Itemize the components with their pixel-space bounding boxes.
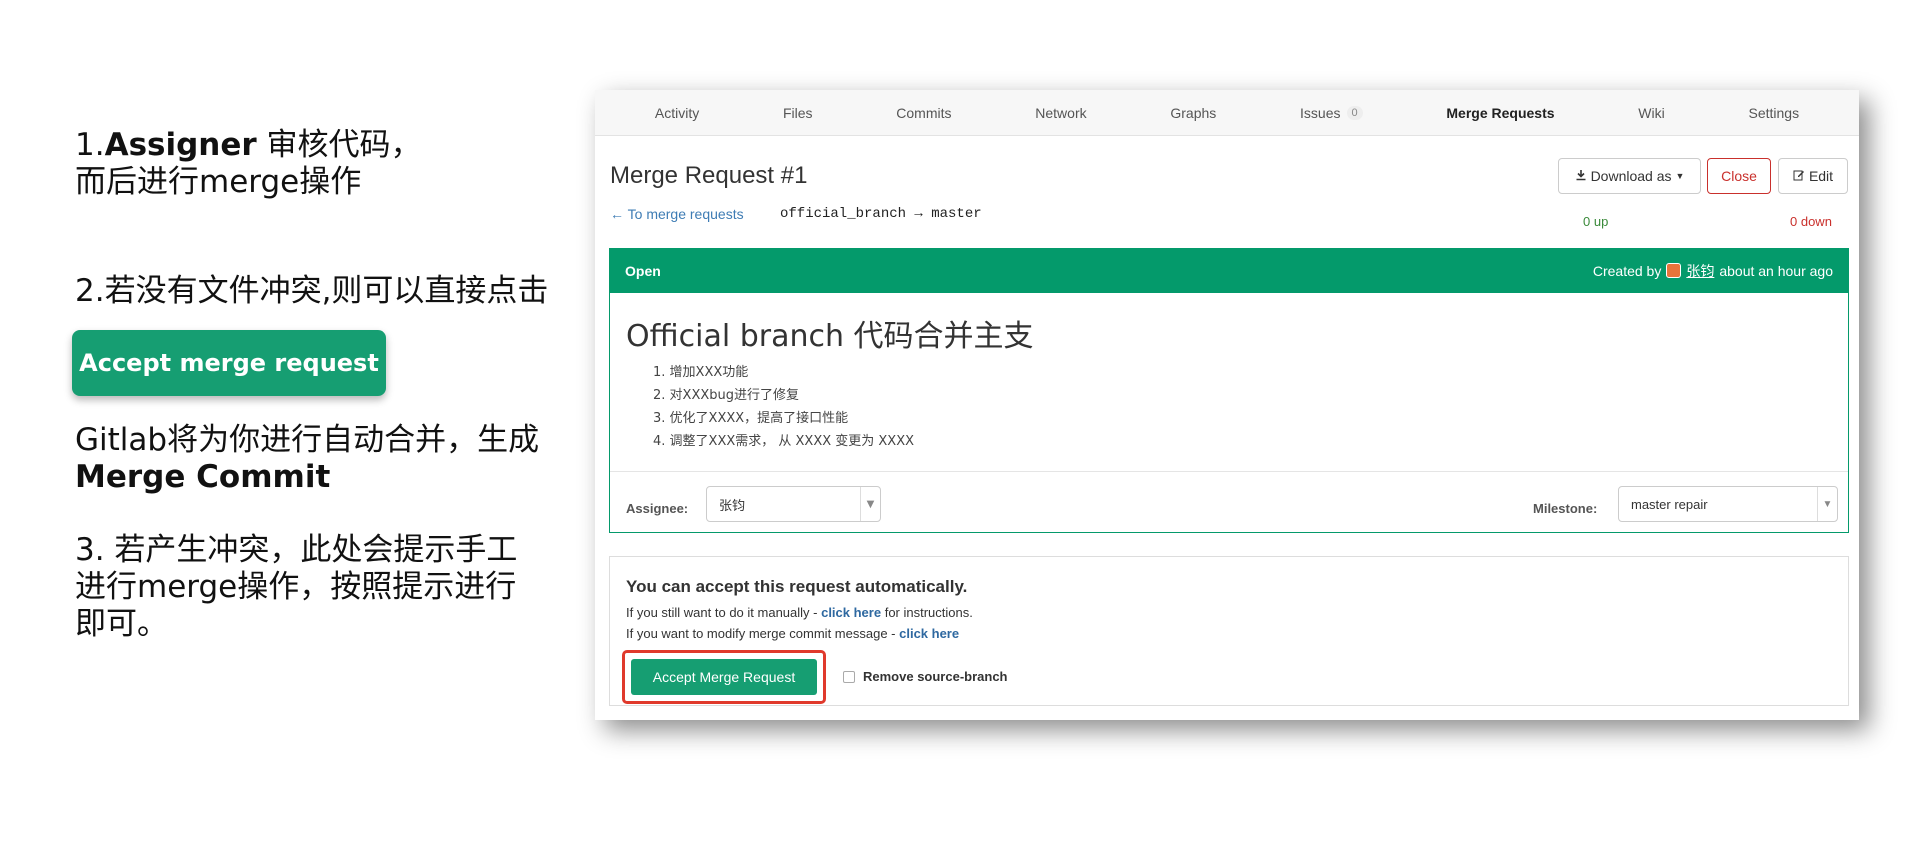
caret-down-icon: ▼	[1675, 171, 1685, 181]
tab-graphs[interactable]: Graphs	[1170, 105, 1216, 121]
tab-label: Activity	[654, 104, 700, 121]
back-to-merge-requests-link[interactable]: ← To merge requests	[610, 206, 744, 222]
change-list: 1. 增加XXX功能 2. 对XXXbug进行了修复 3. 优化了XXXX，提高…	[653, 361, 914, 453]
tab-issues[interactable]: Issues 0	[1300, 105, 1363, 121]
created-time: about an hour ago	[1719, 262, 1833, 279]
hint-text: If you still want to do it manually -	[626, 605, 822, 620]
tab-wiki[interactable]: Wiki	[1638, 105, 1664, 121]
step1-bold: Assigner	[104, 127, 257, 163]
list-item: 2. 对XXXbug进行了修复	[653, 388, 799, 403]
tab-merge-requests[interactable]: Merge Requests	[1446, 105, 1554, 121]
hint-text: If you want to modify merge commit messa…	[626, 626, 900, 641]
tab-network[interactable]: Network	[1035, 105, 1086, 121]
close-button[interactable]: Close	[1707, 158, 1771, 194]
download-as-button[interactable]: Download as ▼	[1558, 158, 1701, 194]
list-item: 3. 优化了XXXX，提高了接口性能	[653, 411, 849, 426]
result-bold: Merge Commit	[75, 459, 331, 495]
tab-label: Issues	[1300, 104, 1341, 121]
accept-panel: You can accept this request automaticall…	[609, 556, 1849, 706]
hint-text: for instructions.	[881, 605, 973, 620]
assignee-select[interactable]: 张钧 ▼	[706, 486, 881, 522]
manual-instructions-link[interactable]: click here	[821, 605, 881, 620]
remove-source-branch-checkbox[interactable]	[843, 670, 855, 683]
votes-down: 0 down	[1790, 214, 1832, 229]
step3-line3: 即可。	[75, 606, 168, 642]
tab-label: Merge Requests	[1446, 104, 1555, 121]
download-icon	[1575, 168, 1587, 184]
tab-label: Commits	[896, 104, 952, 121]
assignee-value: 张钧	[719, 498, 746, 514]
merge-request-description: Official branch 代码合并主支 1. 增加XXX功能 2. 对XX…	[609, 293, 1849, 533]
commit-message-hint: If you want to modify merge commit messa…	[626, 626, 959, 641]
tab-label: Network	[1035, 104, 1087, 121]
chevron-down-icon: ▼	[1817, 487, 1837, 521]
author-link[interactable]: 张钧	[1686, 261, 1714, 281]
created-info: Created by 张钧 about an hour ago	[1593, 261, 1833, 281]
chevron-down-icon: ▼	[860, 487, 880, 521]
status-bar: Open Created by 张钧 about an hour ago	[609, 248, 1849, 293]
step1-line2: 而后进行merge操作	[75, 164, 362, 200]
tab-files[interactable]: Files	[783, 105, 813, 121]
votes-up: 0 up	[1583, 214, 1609, 229]
milestone-select[interactable]: master repair ▼	[1618, 486, 1838, 522]
list-item: 1. 增加XXX功能	[653, 365, 749, 380]
project-nav: Activity Files Commits Network Graphs Is…	[595, 90, 1859, 136]
tab-label: Wiki	[1638, 104, 1665, 121]
branch-info: official_branch → master	[780, 206, 982, 222]
issues-count-badge: 0	[1346, 105, 1363, 120]
result-line1: Gitlab将为你进行自动合并，生成	[75, 422, 540, 458]
tab-activity[interactable]: Activity	[655, 105, 699, 121]
tab-label: Settings	[1748, 104, 1800, 121]
remove-source-branch-option[interactable]: Remove source-branch	[843, 669, 1008, 684]
tab-label: Graphs	[1170, 104, 1217, 121]
gitlab-window: Activity Files Commits Network Graphs Is…	[595, 90, 1859, 720]
list-item: 4. 调整了XXX需求， 从 XXXX 变更为 XXXX	[653, 434, 915, 449]
remove-source-branch-label: Remove source-branch	[863, 669, 1008, 684]
tab-label: Files	[782, 104, 813, 121]
edit-icon	[1793, 168, 1805, 184]
created-prefix: Created by	[1592, 262, 1662, 279]
accept-merge-request-button[interactable]: Accept Merge Request	[631, 659, 817, 695]
milestone-label: Milestone:	[1533, 501, 1598, 516]
milestone-value: master repair	[1631, 496, 1708, 512]
step1-prefix: 1.	[75, 127, 105, 163]
tab-settings[interactable]: Settings	[1748, 105, 1799, 121]
mr-heading: Official branch 代码合并主支	[626, 319, 1034, 354]
edit-button[interactable]: Edit	[1778, 158, 1848, 194]
edit-label: Edit	[1808, 168, 1834, 184]
accept-title: You can accept this request automaticall…	[626, 577, 968, 596]
highlight-box: Accept Merge Request	[622, 650, 826, 704]
result-text: Gitlab将为你进行自动合并，生成 Merge Commit	[75, 422, 539, 496]
tab-commits[interactable]: Commits	[896, 105, 951, 121]
page-title: Merge Request #1	[610, 162, 808, 189]
status-badge: Open	[625, 262, 661, 279]
assignee-label: Assignee:	[626, 501, 689, 516]
download-label: Download as	[1590, 168, 1672, 184]
step1-rest: 审核代码，	[256, 127, 422, 163]
manual-merge-hint: If you still want to do it manually - cl…	[626, 605, 973, 620]
divider	[610, 471, 1848, 472]
accept-merge-request-button[interactable]: Accept merge request	[72, 330, 386, 396]
step3-line2: 进行merge操作，按照提示进行	[75, 569, 517, 605]
modify-commit-message-link[interactable]: click here	[899, 626, 959, 641]
avatar	[1666, 263, 1682, 278]
step3-line1: 3. 若产生冲突，此处会提示手工	[75, 532, 518, 568]
step2-text: 2.若没有文件冲突,则可以直接点击	[75, 273, 549, 309]
step1-text: 1.Assigner 审核代码， 而后进行merge操作	[75, 127, 422, 201]
step3-text: 3. 若产生冲突，此处会提示手工 进行merge操作，按照提示进行 即可。	[75, 532, 517, 643]
